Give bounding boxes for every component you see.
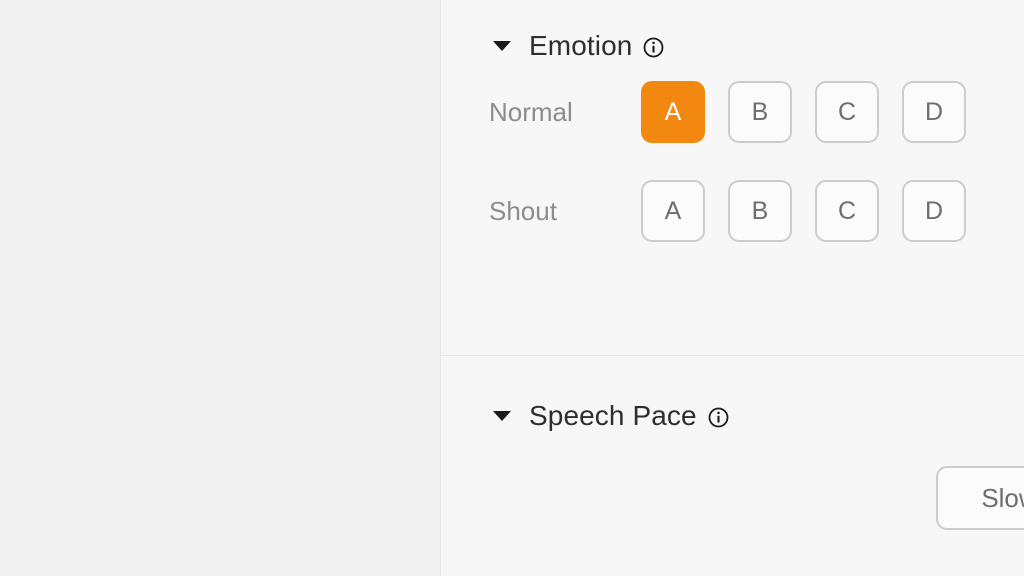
emotion-normal-option-c[interactable]: C xyxy=(815,81,879,143)
emotion-row-shout: Shout A B C D xyxy=(489,179,1024,243)
emotion-shout-option-b[interactable]: B xyxy=(728,180,792,242)
info-circle-icon[interactable] xyxy=(708,407,729,428)
settings-panel: Emotion Normal A B C D Shout A B C D Spe… xyxy=(440,0,1024,576)
speech-pace-option-group: Slow Normal Fast xyxy=(936,466,1024,530)
chevron-down-icon[interactable] xyxy=(493,41,511,51)
canvas-area xyxy=(0,0,440,576)
emotion-section-title: Emotion xyxy=(529,30,633,61)
emotion-section: Emotion Normal A B C D Shout A B C D xyxy=(441,0,1024,356)
emotion-normal-option-b[interactable]: B xyxy=(728,81,792,143)
speech-pace-section: Speech Pace Normal Slow Normal Fast xyxy=(441,356,1024,576)
emotion-row-normal: Normal A B C D xyxy=(489,80,1024,144)
emotion-rows: Normal A B C D Shout A B C D xyxy=(441,74,1024,243)
emotion-row-label-normal: Normal xyxy=(489,96,573,127)
emotion-normal-grade-group: A B C D xyxy=(641,81,966,143)
emotion-shout-option-d[interactable]: D xyxy=(902,180,966,242)
emotion-shout-grade-group: A B C D xyxy=(641,180,966,242)
speech-pace-option-slow[interactable]: Slow xyxy=(936,466,1024,530)
emotion-shout-option-a[interactable]: A xyxy=(641,180,705,242)
emotion-shout-option-c[interactable]: C xyxy=(815,180,879,242)
app-screen: Emotion Normal A B C D Shout A B C D Spe… xyxy=(0,0,1024,576)
speech-pace-section-header[interactable]: Speech Pace Normal xyxy=(441,388,1024,444)
chevron-down-icon[interactable] xyxy=(493,411,511,421)
emotion-normal-option-d[interactable]: D xyxy=(902,81,966,143)
emotion-section-header[interactable]: Emotion xyxy=(441,18,1024,74)
info-circle-icon[interactable] xyxy=(643,37,664,58)
speech-pace-section-title: Speech Pace xyxy=(529,400,697,431)
emotion-normal-option-a[interactable]: A xyxy=(641,81,705,143)
emotion-row-label-shout: Shout xyxy=(489,195,557,226)
